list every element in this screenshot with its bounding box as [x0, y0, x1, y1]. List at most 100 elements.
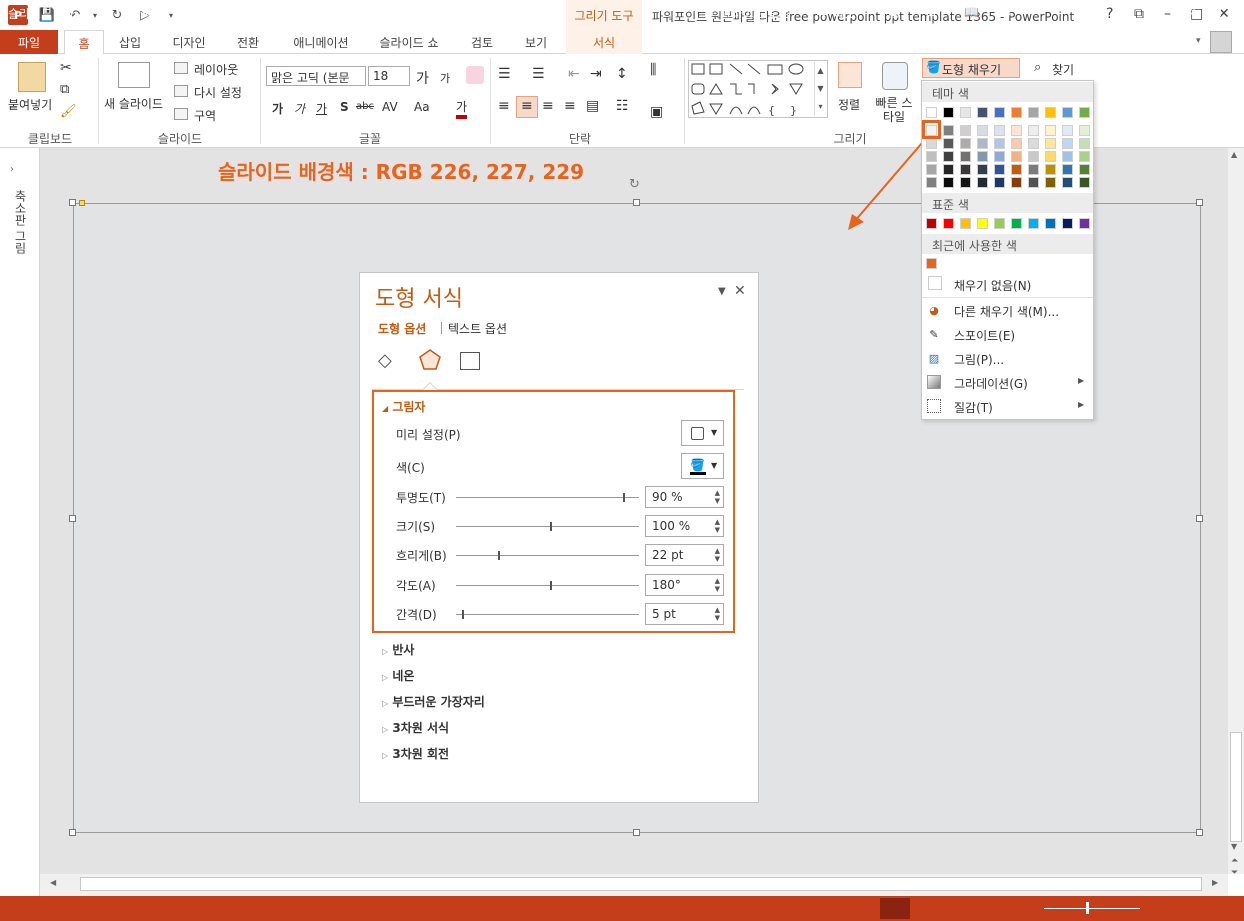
theme-shade-swatch[interactable]: [1045, 177, 1056, 188]
text-shadow-button[interactable]: S: [340, 100, 349, 114]
theme-shade-swatch[interactable]: [1062, 164, 1073, 175]
theme-shade-swatch[interactable]: [943, 177, 954, 188]
shadow-slider-thumb[interactable]: [498, 551, 500, 560]
theme-shade-swatch[interactable]: [943, 151, 954, 162]
theme-shade-swatch[interactable]: [943, 125, 954, 136]
comments-button[interactable]: 메모: [834, 5, 856, 22]
zoom-slider-thumb[interactable]: [1086, 902, 1089, 914]
account-avatar[interactable]: [1210, 31, 1232, 53]
shadow-slider-thumb[interactable]: [462, 610, 464, 619]
paste-button[interactable]: 붙여넣기: [8, 96, 52, 113]
theme-color-swatch[interactable]: [1011, 107, 1022, 118]
theme-shade-swatch[interactable]: [1079, 125, 1090, 136]
tab-insert[interactable]: 삽입: [112, 30, 148, 54]
theme-shade-swatch[interactable]: [1045, 125, 1056, 136]
increase-indent-icon[interactable]: ⇥: [590, 66, 602, 82]
theme-shade-swatch[interactable]: [1011, 125, 1022, 136]
layout-button[interactable]: 레이아웃: [194, 61, 238, 78]
size-properties-icon[interactable]: [460, 352, 480, 370]
effects-pentagon-icon[interactable]: [418, 348, 442, 372]
italic-button[interactable]: 가: [294, 100, 305, 117]
prev-slide-icon[interactable]: ⏶: [1231, 856, 1238, 866]
arrange-icon[interactable]: [838, 62, 862, 88]
cut-icon[interactable]: ✂: [60, 60, 72, 76]
align-right-icon[interactable]: ≡: [542, 98, 554, 114]
standard-color-swatch[interactable]: [977, 218, 988, 229]
shadow-value-spinner[interactable]: 22 pt ▲ ▼: [645, 544, 724, 566]
eyedropper-item[interactable]: 스포이트(E): [954, 327, 1015, 344]
theme-shade-swatch[interactable]: [1079, 151, 1090, 162]
standard-color-swatch[interactable]: [1028, 218, 1039, 229]
soft-edges-section[interactable]: ▷ 부드러운 가장자리: [382, 693, 485, 710]
fit-to-window-icon[interactable]: ⊡: [1212, 5, 1222, 19]
shadow-value-spinner[interactable]: 5 pt ▲ ▼: [645, 603, 724, 625]
theme-shade-swatch[interactable]: [1045, 138, 1056, 149]
theme-shade-swatch[interactable]: [1079, 177, 1090, 188]
theme-shade-swatch[interactable]: [994, 177, 1005, 188]
theme-shade-swatch[interactable]: [977, 164, 988, 175]
theme-shade-swatch[interactable]: [994, 125, 1005, 136]
columns-icon[interactable]: ☷: [616, 98, 629, 114]
tab-review[interactable]: 검토: [462, 30, 502, 54]
shadow-slider-track[interactable]: [456, 614, 639, 615]
preset-dropdown[interactable]: ▼: [681, 420, 724, 446]
no-fill-item[interactable]: 채우기 없음(N): [954, 277, 1031, 294]
spinner-arrows-icon[interactable]: ▲ ▼: [715, 547, 720, 563]
resize-handle[interactable]: [633, 829, 640, 836]
theme-shade-swatch[interactable]: [1011, 164, 1022, 175]
vertical-scroll-thumb[interactable]: [1230, 732, 1242, 842]
theme-shade-swatch[interactable]: [977, 151, 988, 162]
thumbnail-pane-collapsed[interactable]: [0, 148, 40, 896]
standard-color-swatch[interactable]: [994, 218, 1005, 229]
theme-shade-swatch[interactable]: [977, 125, 988, 136]
justify-icon[interactable]: ≡: [564, 98, 576, 114]
spinner-arrows-icon[interactable]: ▲ ▼: [715, 518, 720, 534]
theme-shade-swatch[interactable]: [1079, 138, 1090, 149]
spinner-arrows-icon[interactable]: ▲ ▼: [715, 489, 720, 505]
scroll-down-icon[interactable]: ▼: [1231, 842, 1237, 851]
adjust-handle[interactable]: [79, 200, 85, 206]
quick-styles-button[interactable]: 빠른 스타일: [872, 96, 916, 124]
theme-shade-swatch[interactable]: [1045, 164, 1056, 175]
standard-color-swatch[interactable]: [1045, 218, 1056, 229]
font-name-field[interactable]: 맑은 고딕 (본문: [266, 66, 366, 86]
standard-color-swatch[interactable]: [1079, 218, 1090, 229]
tab-home[interactable]: 홈: [64, 30, 104, 55]
theme-color-swatch[interactable]: [943, 107, 954, 118]
slide-sorter-icon[interactable]: ⊞: [926, 5, 936, 19]
normal-view-button[interactable]: [880, 898, 910, 919]
standard-color-swatch[interactable]: [1062, 218, 1073, 229]
theme-shade-swatch[interactable]: [1028, 138, 1039, 149]
more-fill-colors-item[interactable]: 다른 채우기 색(M)...: [954, 303, 1059, 320]
tab-text-options[interactable]: 텍스트 옵션: [448, 320, 507, 337]
numbering-icon[interactable]: ☰: [532, 66, 545, 82]
zoom-level[interactable]: 90 %: [1168, 5, 1199, 19]
font-color-button[interactable]: 가: [456, 98, 468, 119]
text-direction-icon[interactable]: ⫼: [650, 62, 656, 78]
theme-color-swatch[interactable]: [960, 107, 971, 118]
resize-handle[interactable]: [1196, 515, 1203, 522]
shapes-gallery-icons[interactable]: {}: [690, 62, 814, 118]
help-button[interactable]: ?: [1106, 6, 1113, 22]
bullets-icon[interactable]: ☰: [498, 66, 511, 82]
ribbon-display-options-button[interactable]: ⧉: [1134, 6, 1144, 22]
shadow-slider-track[interactable]: [456, 497, 639, 498]
resize-handle[interactable]: [1196, 829, 1203, 836]
section-button[interactable]: 구역: [194, 107, 216, 124]
theme-shade-swatch[interactable]: [994, 138, 1005, 149]
next-slide-icon[interactable]: ⏷: [1231, 868, 1238, 878]
spellcheck-icon[interactable]: 🕮: [100, 5, 114, 26]
customize-qat-icon[interactable]: ▾: [162, 6, 180, 24]
shadow-slider-track[interactable]: [456, 555, 639, 556]
tab-design[interactable]: 디자인: [162, 30, 216, 54]
pane-close-icon[interactable]: ✕: [734, 283, 746, 299]
theme-shade-swatch[interactable]: [1062, 177, 1073, 188]
3d-rotation-section[interactable]: ▷ 3차원 회전: [382, 745, 449, 762]
resize-handle[interactable]: [69, 199, 76, 206]
theme-shade-swatch[interactable]: [1011, 151, 1022, 162]
theme-color-swatch[interactable]: [1079, 107, 1090, 118]
theme-shade-swatch[interactable]: [1062, 138, 1073, 149]
paste-icon[interactable]: [18, 62, 46, 92]
theme-shade-swatch[interactable]: [960, 177, 971, 188]
zoom-in-icon[interactable]: +: [1146, 5, 1156, 19]
